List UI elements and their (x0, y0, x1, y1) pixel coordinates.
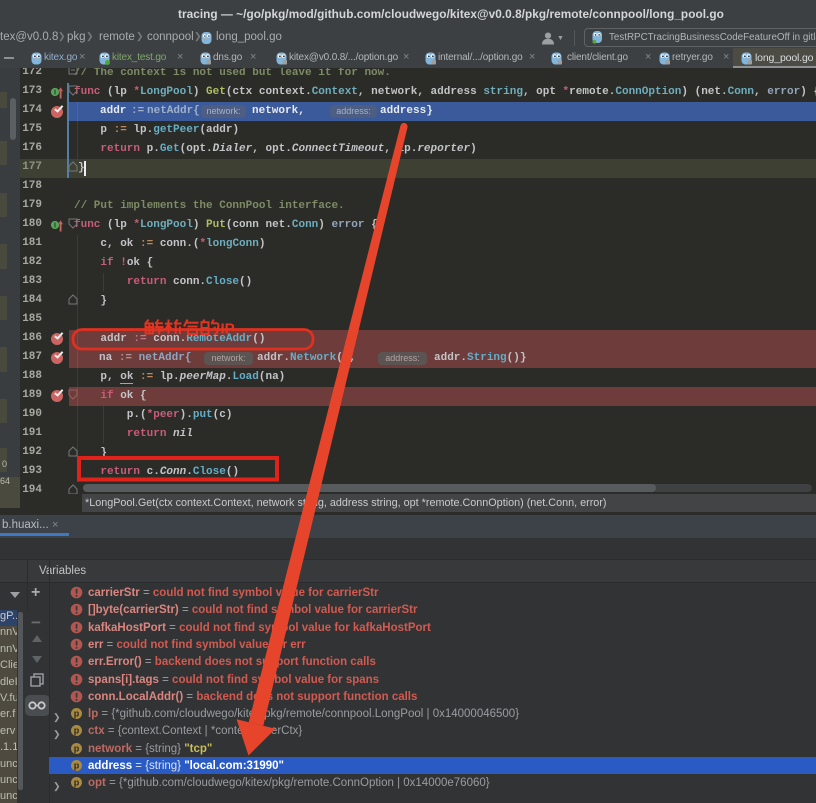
svg-text:p: p (74, 761, 80, 771)
svg-text:p: p (74, 743, 80, 753)
svg-text:p: p (74, 778, 80, 788)
svg-text:p: p (74, 709, 80, 719)
svg-text:p: p (74, 726, 80, 736)
